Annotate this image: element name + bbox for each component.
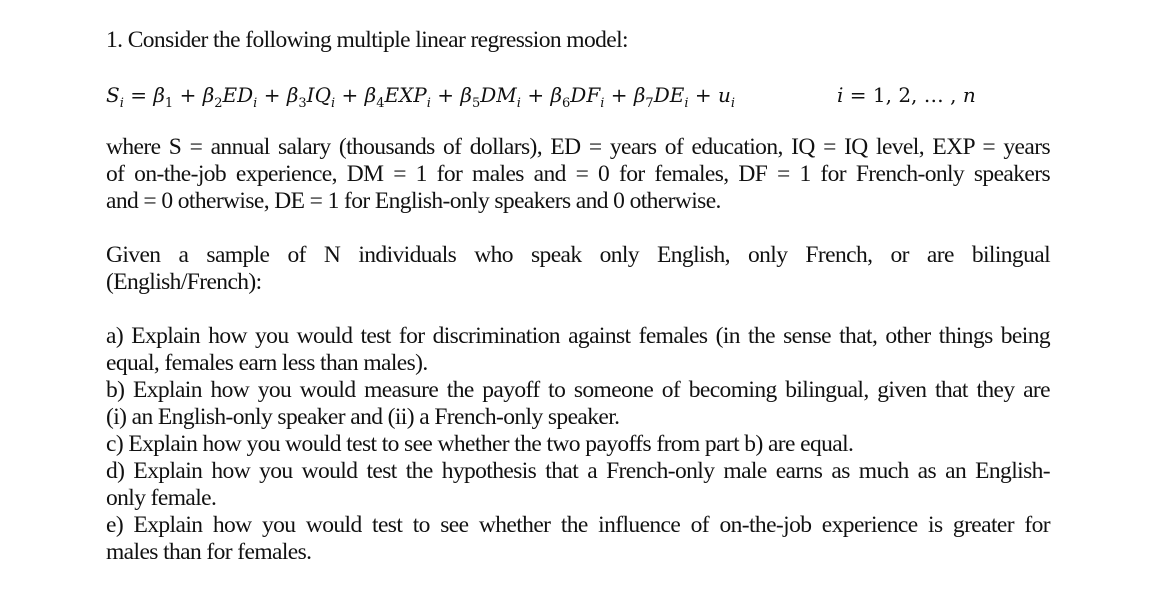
part-e-line-2: males than for females. <box>106 539 312 565</box>
part-a-line-2: equal, females earn less than males). <box>106 350 428 376</box>
sample-line-2: (English/French): <box>106 269 262 295</box>
error-term: ui <box>718 83 736 111</box>
index-range: i = 1, 2, … , n <box>837 83 976 107</box>
sample-line-1: Given a sample of N individuals who spea… <box>106 242 1051 268</box>
term-5: β5DMi <box>460 83 521 111</box>
term-1: β1 <box>153 83 174 111</box>
part-e-line-1: e) Explain how you would test to see whe… <box>106 512 1051 538</box>
definitions-line-2: of on-the-job experience, DM = 1 for mal… <box>106 161 1051 187</box>
definitions-line-1: where S = annual salary (thousands of do… <box>106 134 1051 160</box>
question-heading: 1. Consider the following multiple linea… <box>106 27 629 53</box>
term-7: β7DEi <box>633 83 689 111</box>
term-6: β6DFi <box>550 83 605 111</box>
part-d-line-2: only female. <box>106 485 217 511</box>
definitions-line-3: and = 0 otherwise, DE = 1 for English-on… <box>106 188 721 214</box>
part-a-line-1: a) Explain how you would test for discri… <box>106 323 1051 349</box>
part-b-line-2: (i) an English-only speaker and (ii) a F… <box>106 404 620 430</box>
term-3: β3IQi <box>286 83 336 111</box>
part-d-line-1: d) Explain how you would test the hypoth… <box>106 458 1051 484</box>
term-2: β2EDi <box>202 83 258 111</box>
regression-equation: Si = β1 + β2EDi + β3IQi + β4EXPi + β5DMi… <box>106 83 736 111</box>
part-c: c) Explain how you would test to see whe… <box>106 431 854 457</box>
part-b-line-1: b) Explain how you would measure the pay… <box>106 377 1051 403</box>
term-4: β4EXPi <box>364 83 431 111</box>
lhs-var: Si <box>106 83 124 111</box>
